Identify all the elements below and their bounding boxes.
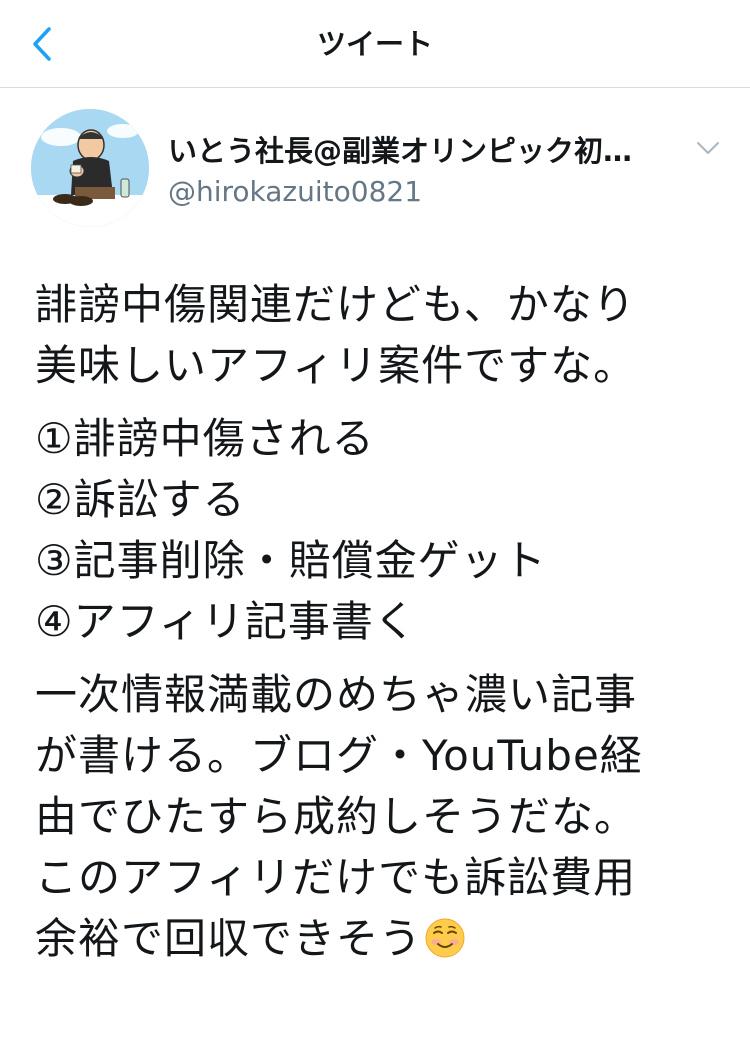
tweet-line: 美味しいアフィリ案件ですな。 (35, 341, 637, 390)
tweet-line: が書ける。ブログ・YouTube経 (35, 731, 643, 780)
page-title-wrap: ツイート (0, 0, 750, 88)
chevron-left-icon (33, 27, 51, 61)
back-button[interactable] (22, 22, 62, 66)
tweet-paragraph-3: 一次情報満載のめちゃ濃い記事 が書ける。ブログ・YouTube経 由でひたすら成… (35, 664, 725, 969)
page-title: ツイート (316, 27, 433, 61)
tweet-steps: ①誹謗中傷される ②訴訟する ③記事削除・賠償金ゲット ④アフィリ記事書く (35, 408, 725, 652)
tweet-header: いとう社長@副業オリンピック初… @hirokazuito0821 (0, 88, 750, 248)
avatar[interactable] (31, 109, 149, 227)
smiling-face-emoji (425, 918, 465, 958)
tweet-line: このアフィリだけでも訴訟費用 (35, 853, 637, 902)
tweet-last-line: 余裕で回収できそう (35, 908, 725, 969)
step-item: ②訴訟する (35, 475, 246, 524)
tweet-line: 由でひたすら成約しそうだな。 (35, 792, 638, 841)
step-item: ①誹謗中傷される (35, 414, 375, 463)
tweet-line: 一次情報満載のめちゃ濃い記事 (35, 670, 638, 719)
author-handle[interactable]: @hirokazuito0821 (168, 175, 422, 208)
navigation-bar: ツイート (0, 0, 750, 88)
more-options-button[interactable] (692, 134, 724, 162)
tweet-text: 誹謗中傷関連だけども、かなり 美味しいアフィリ案件ですな。 ①誹謗中傷される ②… (35, 274, 725, 981)
tweet-paragraph-1: 誹謗中傷関連だけども、かなり 美味しいアフィリ案件ですな。 (35, 274, 725, 396)
step-item: ③記事削除・賠償金ゲット (35, 536, 547, 585)
chevron-down-icon (697, 142, 719, 154)
avatar-illustration (31, 109, 149, 227)
author-display-name[interactable]: いとう社長@副業オリンピック初… (168, 128, 688, 170)
tweet-line: 誹謗中傷関連だけども、かなり (35, 280, 636, 329)
step-item: ④アフィリ記事書く (35, 597, 417, 646)
tweet-line: 余裕で回収できそう (35, 914, 423, 963)
